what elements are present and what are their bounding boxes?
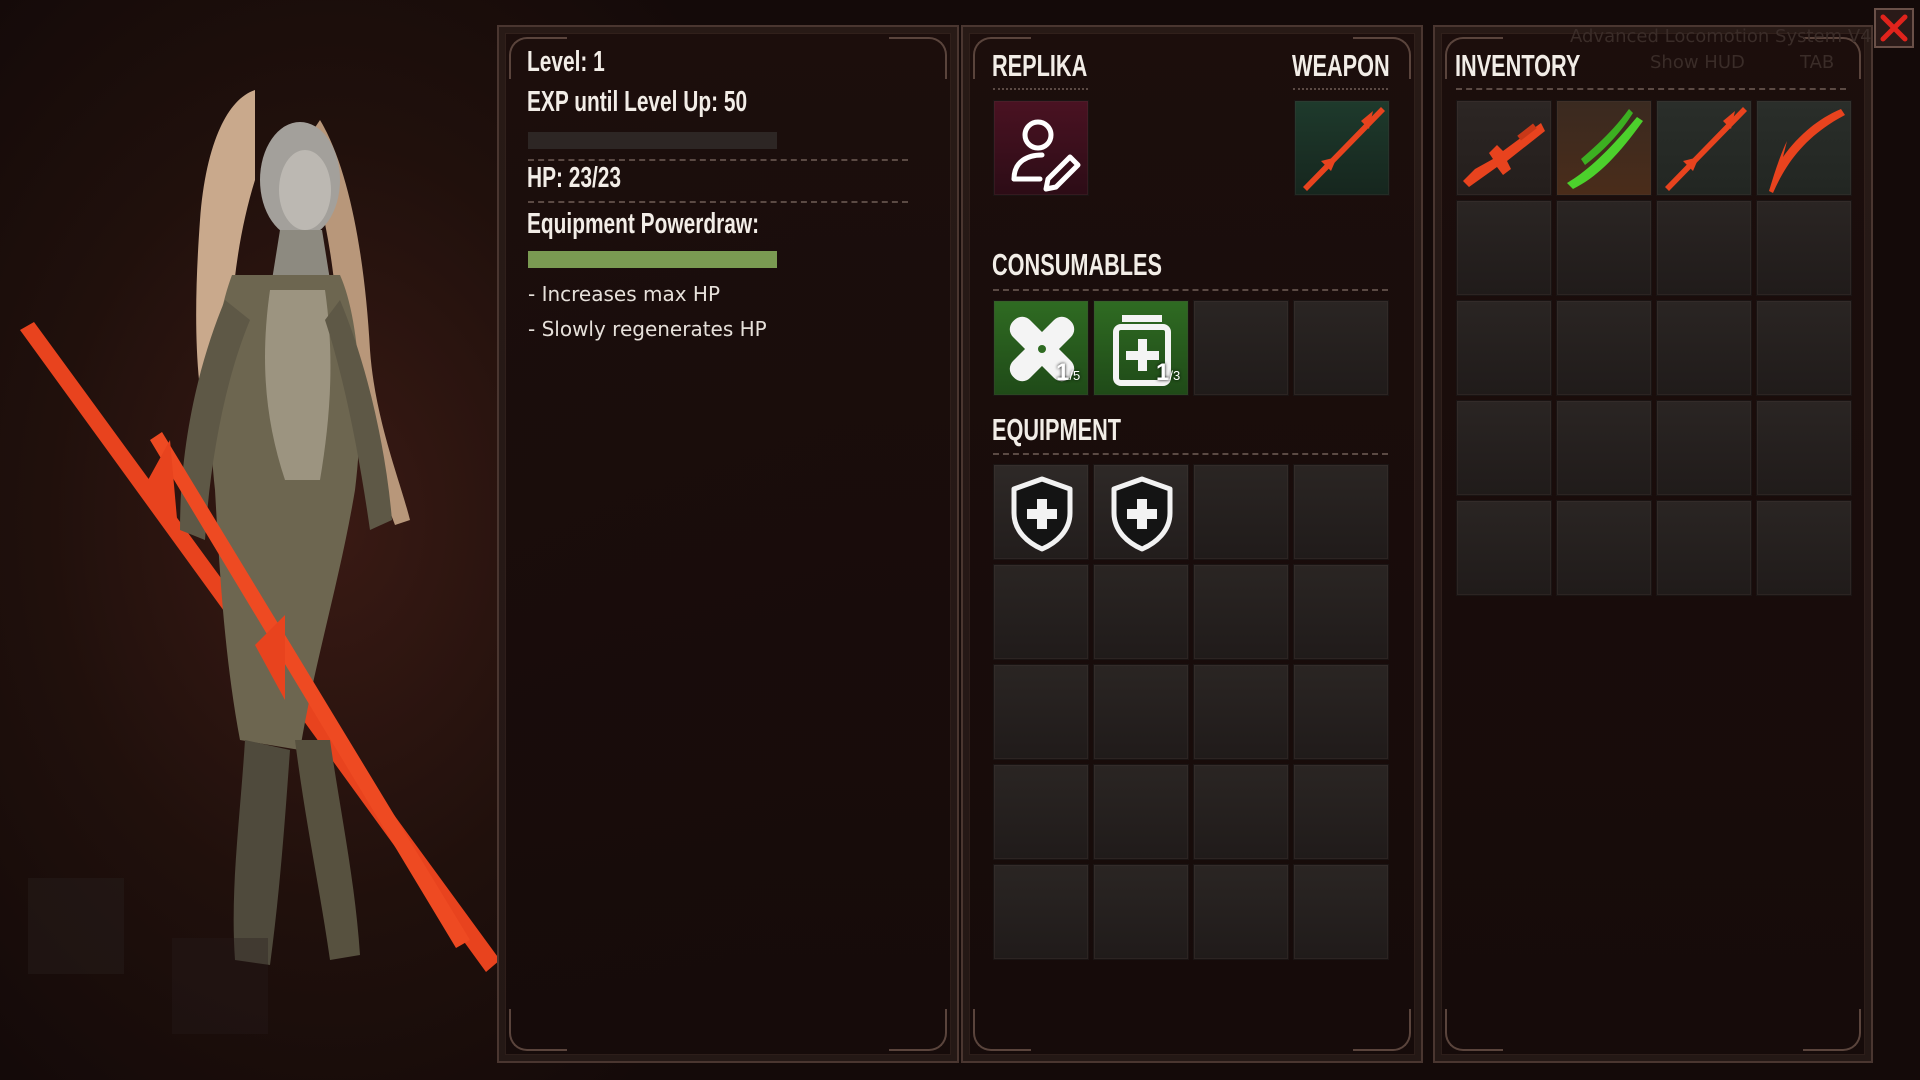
equipment-slot-empty[interactable] bbox=[1193, 764, 1289, 860]
ghost-slot bbox=[172, 938, 268, 1034]
inventory-slot[interactable] bbox=[1556, 100, 1652, 196]
close-icon bbox=[1880, 14, 1908, 42]
equipment-slot-empty[interactable] bbox=[1193, 664, 1289, 760]
character-figure bbox=[20, 90, 500, 972]
consumable-slot[interactable]: 1/5 bbox=[993, 300, 1089, 396]
inventory-slot-empty[interactable] bbox=[1556, 500, 1652, 596]
equipment-slot-empty[interactable] bbox=[1293, 664, 1389, 760]
inventory-slot-empty[interactable] bbox=[1556, 400, 1652, 496]
divider bbox=[993, 88, 1088, 90]
equipment-slot-empty[interactable] bbox=[993, 664, 1089, 760]
exp-bar bbox=[528, 132, 777, 149]
equipment-slot-empty[interactable] bbox=[1293, 864, 1389, 960]
divider bbox=[993, 453, 1388, 455]
perk-text: - Increases max HP bbox=[528, 282, 721, 306]
inventory-heading: INVENTORY bbox=[1455, 48, 1581, 83]
inventory-slot-empty[interactable] bbox=[1556, 300, 1652, 396]
divider bbox=[528, 159, 908, 161]
consumables-heading: CONSUMABLES bbox=[992, 247, 1162, 282]
equipment-heading: EQUIPMENT bbox=[992, 412, 1122, 447]
equipment-slot-empty[interactable] bbox=[1093, 764, 1189, 860]
level-label: Level: 1 bbox=[527, 46, 605, 78]
green-blade-icon bbox=[1567, 109, 1643, 189]
replika-slot[interactable] bbox=[993, 100, 1089, 196]
equipment-slot-empty[interactable] bbox=[993, 564, 1089, 660]
exp-label: EXP until Level Up: 50 bbox=[527, 86, 748, 118]
character-portrait bbox=[0, 60, 500, 1020]
inventory-slot-empty[interactable] bbox=[1656, 500, 1752, 596]
user-edit-icon bbox=[1011, 119, 1081, 192]
equipment-slot-empty[interactable] bbox=[993, 864, 1089, 960]
equipment-slot[interactable] bbox=[993, 464, 1089, 560]
powerdraw-bar-fill bbox=[528, 251, 777, 268]
inventory-slot-empty[interactable] bbox=[1656, 400, 1752, 496]
equipment-slot-empty[interactable] bbox=[1093, 664, 1189, 760]
inventory-slot-empty[interactable] bbox=[1456, 200, 1552, 296]
consumable-count: 1/3 bbox=[1156, 359, 1181, 386]
equipment-slot-empty[interactable] bbox=[1093, 864, 1189, 960]
equipment-slot-empty[interactable] bbox=[1093, 564, 1189, 660]
rifle-icon bbox=[1463, 123, 1545, 187]
powerdraw-label: Equipment Powerdraw: bbox=[527, 208, 760, 240]
inventory-slot[interactable] bbox=[1756, 100, 1852, 196]
equipment-slot-empty[interactable] bbox=[993, 764, 1089, 860]
inventory-slot-empty[interactable] bbox=[1456, 300, 1552, 396]
equipment-slot[interactable] bbox=[1093, 464, 1189, 560]
inventory-slot-empty[interactable] bbox=[1556, 200, 1652, 296]
shield-plus-icon bbox=[1011, 476, 1073, 552]
weapon-heading: WEAPON bbox=[1292, 48, 1390, 83]
equipment-slot-empty[interactable] bbox=[1193, 864, 1289, 960]
equipment-slot-empty[interactable] bbox=[1193, 464, 1289, 560]
inventory-slot-empty[interactable] bbox=[1756, 400, 1852, 496]
inventory-slot-empty[interactable] bbox=[1456, 500, 1552, 596]
consumable-slot-empty[interactable] bbox=[1293, 300, 1389, 396]
consumable-slot-empty[interactable] bbox=[1193, 300, 1289, 396]
inventory-slot-empty[interactable] bbox=[1656, 200, 1752, 296]
inventory-slot[interactable] bbox=[1456, 100, 1552, 196]
replika-heading: REPLIKA bbox=[992, 48, 1088, 83]
inventory-slot-empty[interactable] bbox=[1656, 300, 1752, 396]
background-hint: Show HUD bbox=[1650, 52, 1745, 73]
divider bbox=[1456, 88, 1846, 90]
weapon-slot[interactable] bbox=[1294, 100, 1390, 196]
equipment-slot-empty[interactable] bbox=[1293, 464, 1389, 560]
background-hint: TAB bbox=[1800, 52, 1835, 73]
spear-icon bbox=[1665, 107, 1747, 191]
equipment-slot-empty[interactable] bbox=[1293, 564, 1389, 660]
scythe-icon bbox=[1769, 109, 1845, 193]
close-button[interactable] bbox=[1874, 8, 1914, 48]
inventory-slot[interactable] bbox=[1656, 100, 1752, 196]
inventory-slot-empty[interactable] bbox=[1756, 200, 1852, 296]
equipment-slot-empty[interactable] bbox=[1293, 764, 1389, 860]
ghost-slot bbox=[28, 878, 124, 974]
inventory-slot-empty[interactable] bbox=[1456, 400, 1552, 496]
consumable-slot[interactable]: 1/3 bbox=[1093, 300, 1189, 396]
equipment-slot-empty[interactable] bbox=[1193, 564, 1289, 660]
powerdraw-bar bbox=[528, 251, 777, 268]
consumable-count: 1/5 bbox=[1056, 359, 1081, 386]
shield-plus-icon bbox=[1111, 476, 1173, 552]
hp-label: HP: 23/23 bbox=[527, 162, 622, 194]
divider bbox=[528, 201, 908, 203]
perk-text: - Slowly regenerates HP bbox=[528, 317, 767, 341]
divider bbox=[993, 289, 1388, 291]
background-hint: Advanced Locomotion System V4 bbox=[1570, 26, 1872, 47]
inventory-slot-empty[interactable] bbox=[1756, 300, 1852, 396]
inventory-slot-empty[interactable] bbox=[1756, 500, 1852, 596]
divider bbox=[1293, 88, 1388, 90]
spear-icon bbox=[1303, 107, 1385, 191]
